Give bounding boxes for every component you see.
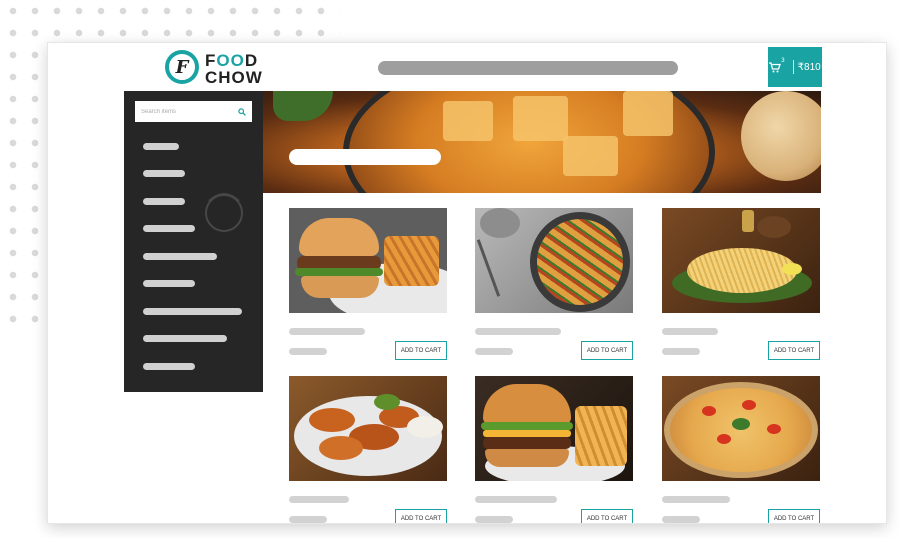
sidebar-category-3[interactable]	[143, 198, 185, 205]
sidebar-category-1[interactable]	[143, 143, 179, 150]
paneer-piece	[623, 91, 673, 136]
product-price-placeholder	[662, 348, 700, 355]
product-image-burger[interactable]	[289, 208, 447, 313]
cart-icon	[769, 61, 782, 72]
product-price-placeholder	[289, 516, 327, 523]
product-image-pasta[interactable]	[475, 208, 633, 313]
cart-total: ₹810	[797, 61, 821, 73]
paneer-piece	[563, 136, 618, 176]
roti-image	[741, 91, 821, 181]
product-image-noodles[interactable]	[662, 208, 820, 313]
sidebar-category-2[interactable]	[143, 170, 185, 177]
product-image-chicken-wings[interactable]	[289, 376, 447, 481]
add-to-cart-button[interactable]: ADD TO CART	[395, 341, 447, 360]
herb-leaf-image	[273, 91, 333, 121]
product-price-placeholder	[662, 516, 700, 523]
sidebar-category-8[interactable]	[143, 335, 227, 342]
category-sidebar	[124, 91, 263, 392]
product-price-placeholder	[475, 348, 513, 355]
sidebar-category-7[interactable]	[143, 308, 242, 315]
cart-count-badge: 3	[781, 58, 785, 64]
product-name-placeholder	[289, 496, 349, 503]
add-to-cart-button[interactable]: ADD TO CART	[768, 509, 820, 523]
sidebar-category-4[interactable]	[143, 225, 195, 232]
product-card: ADD TO CART	[289, 376, 447, 523]
product-name-placeholder	[475, 328, 561, 335]
product-price-placeholder	[289, 348, 327, 355]
sidebar-search	[135, 101, 252, 122]
product-price-placeholder	[475, 516, 513, 523]
product-card: ADD TO CART	[662, 376, 820, 523]
search-icon[interactable]	[238, 107, 246, 116]
logo-line-2: CHOW	[205, 68, 263, 87]
cart-divider	[792, 60, 794, 74]
banner-title-placeholder	[289, 149, 441, 165]
product-name-placeholder	[289, 328, 365, 335]
product-card: ADD TO CART	[475, 208, 633, 360]
paneer-piece	[513, 96, 568, 141]
paneer-piece	[443, 101, 493, 141]
add-to-cart-button[interactable]: ADD TO CART	[581, 341, 633, 360]
product-card: ADD TO CART	[475, 376, 633, 523]
product-name-placeholder	[662, 496, 730, 503]
product-image-pizza[interactable]	[662, 376, 820, 481]
sidebar-category-5[interactable]	[143, 253, 217, 260]
food-doodle-icon	[205, 193, 243, 232]
product-image-cheese-burger[interactable]	[475, 376, 633, 481]
app-window: F FOOD CHOW 3 ₹810 Search items ADD TO C…	[47, 42, 887, 524]
foodchow-logo[interactable]: F FOOD CHOW	[165, 50, 275, 86]
sidebar-category-6[interactable]	[143, 280, 195, 287]
search-items-input[interactable]	[141, 108, 231, 115]
sidebar-category-9[interactable]	[143, 363, 195, 370]
header-search-bar[interactable]	[378, 61, 678, 75]
logo-mark-letter: F	[175, 56, 189, 78]
product-name-placeholder	[662, 328, 718, 335]
product-card: ADD TO CART	[289, 208, 447, 360]
product-name-placeholder	[475, 496, 557, 503]
logo-wordmark: FOOD CHOW	[205, 52, 263, 86]
cart-button[interactable]: 3 ₹810	[768, 47, 822, 87]
add-to-cart-button[interactable]: ADD TO CART	[581, 509, 633, 523]
add-to-cart-button[interactable]: ADD TO CART	[768, 341, 820, 360]
product-card: ADD TO CART	[662, 208, 820, 360]
hero-banner-image	[263, 91, 821, 193]
logo-mark-icon: F	[165, 50, 199, 84]
add-to-cart-button[interactable]: ADD TO CART	[395, 509, 447, 523]
